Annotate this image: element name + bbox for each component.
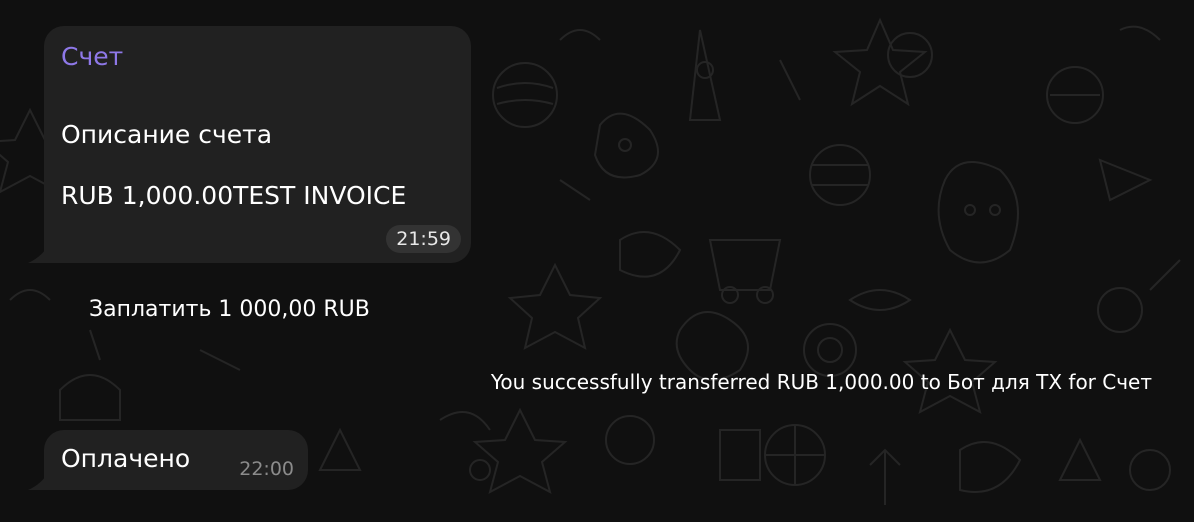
chat-view: Счет Описание счета RUB 1,000.00TEST INV… [0, 0, 1194, 522]
invoice-amount: RUB 1,000.00TEST INVOICE [61, 181, 407, 210]
paid-message-timestamp: 22:00 [239, 458, 294, 480]
paid-message-text: Оплачено [61, 444, 191, 473]
pay-button[interactable]: Заплатить 1 000,00 RUB [44, 280, 471, 338]
invoice-timestamp: 21:59 [386, 225, 461, 253]
bubble-tail-icon [28, 470, 50, 490]
bubble-tail-icon [28, 243, 50, 263]
invoice-message-bubble: Счет Описание счета RUB 1,000.00TEST INV… [44, 26, 471, 263]
invoice-title: Счет [61, 42, 124, 71]
service-message: You successfully transferred RUB 1,000.0… [490, 370, 1152, 394]
invoice-description: Описание счета [61, 120, 273, 149]
paid-message-bubble: Оплачено 22:00 [44, 430, 308, 490]
